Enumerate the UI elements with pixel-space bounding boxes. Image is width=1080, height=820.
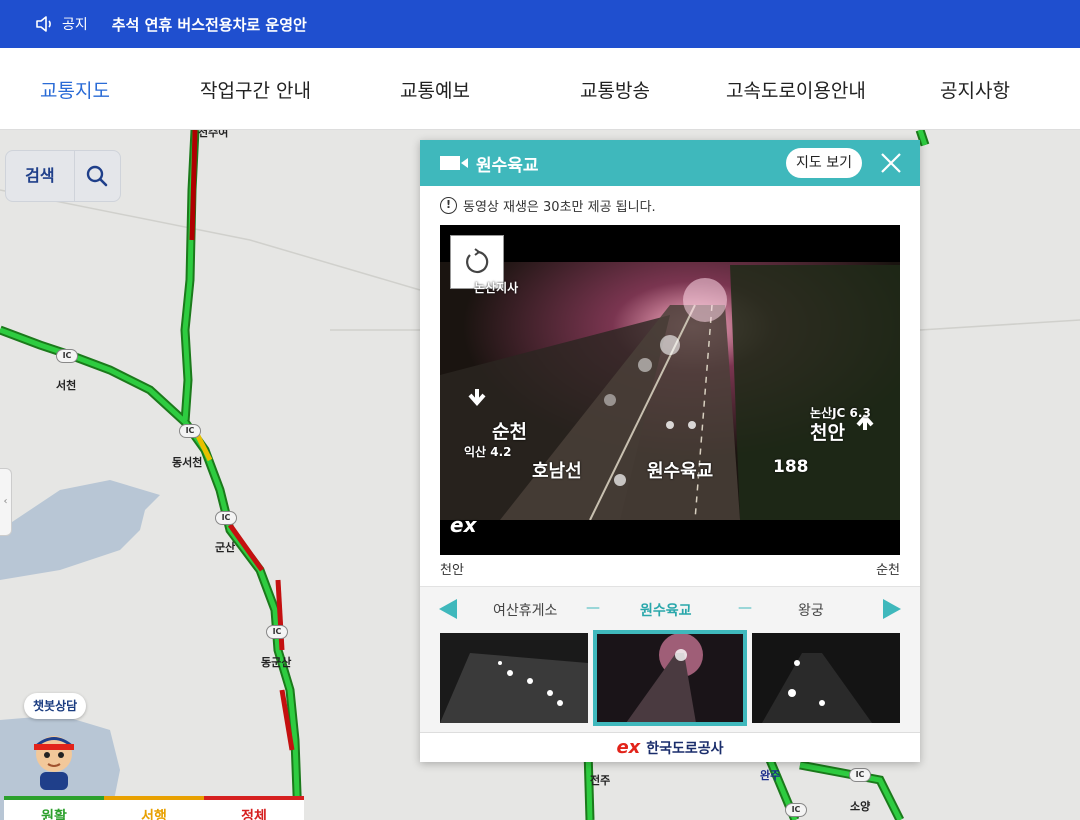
thumbnail-next[interactable] (752, 633, 900, 723)
ex-footer: ex 한국도로공사 (420, 732, 920, 762)
camera-nav: 여산휴게소 — 원수육교 — 왕궁 (420, 595, 920, 623)
overlay-right-direction: 천안 (810, 422, 845, 444)
close-icon[interactable] (880, 152, 902, 174)
chatbot-mascot-icon[interactable] (22, 728, 86, 792)
overlay-left-sub: 익산 4.2 (464, 445, 512, 459)
nav-announcements[interactable]: 공지사항 (940, 76, 1010, 103)
nav-traffic-map[interactable]: 교통지도 (40, 76, 110, 103)
ic-marker[interactable]: IC (179, 424, 201, 438)
overlay-line: 호남선 (532, 461, 582, 482)
map-label-jeonju: 전주 (590, 774, 611, 787)
refresh-icon (466, 248, 489, 274)
video-camera-icon (440, 156, 468, 170)
ic-marker[interactable]: IC (215, 511, 237, 525)
info-icon: ! (440, 196, 457, 214)
thumbnail-image (752, 633, 900, 723)
map-search[interactable]: 검색 (5, 150, 121, 202)
ex-logo: ex (616, 737, 641, 758)
next-camera-arrow-icon[interactable] (883, 599, 901, 619)
cctv-popup: 원수육교 지도 보기 ! 동영상 재생은 30초만 제공 됩니다. 논산지사 순… (420, 140, 920, 762)
map-view-button[interactable]: 지도 보기 (786, 148, 862, 178)
direction-row: 천안 순천 (440, 556, 900, 580)
speaker-icon (36, 16, 51, 32)
thumbnail-prev[interactable] (440, 633, 588, 723)
map-label-soyang: 소양 (850, 800, 871, 813)
direction-left: 천안 (440, 563, 464, 578)
map-label-gunsan: 군산 (215, 541, 236, 554)
playback-notice: ! 동영상 재생은 30초만 제공 됩니다. (420, 186, 920, 224)
separator: — (738, 600, 752, 616)
search-label[interactable]: 검색 (6, 150, 75, 202)
chevron-left-icon: ‹ (3, 496, 8, 507)
ic-marker[interactable]: IC (785, 803, 807, 817)
chatbot-label[interactable]: 챗봇상담 (24, 693, 87, 719)
playback-notice-text: 동영상 재생은 30초만 제공 됩니다. (463, 199, 656, 215)
notice-label: 공지 (62, 17, 88, 33)
nav-highway-guide[interactable]: 고속도로이용안내 (726, 76, 866, 103)
notice-text[interactable]: 추석 연휴 버스전용차로 운영안 (112, 14, 307, 35)
overlay-left-direction: 순천 (492, 421, 527, 443)
map-label-dongseocheon: 동서천 (172, 456, 203, 469)
search-icon (87, 165, 108, 187)
camera-strip: 여산휴게소 — 원수육교 — 왕궁 (420, 586, 920, 732)
notice-bar[interactable]: 공지 추석 연휴 버스전용차로 운영안 (0, 0, 1080, 48)
thumbnail-image (596, 633, 744, 723)
cctv-frame (440, 262, 900, 555)
thumbnail-image (440, 633, 588, 723)
legend-slow: 서행 (104, 796, 204, 820)
ic-marker[interactable]: IC (266, 625, 288, 639)
footer-brand: 한국도로공사 (646, 740, 724, 757)
thumbnail-current[interactable] (593, 630, 747, 726)
sidebar-toggle[interactable]: ‹ (0, 468, 12, 536)
search-button[interactable] (75, 150, 120, 202)
cctv-title: 원수육교 (476, 155, 539, 176)
ic-marker[interactable]: IC (849, 768, 871, 782)
main-nav: 교통지도 작업구간 안내 교통예보 교통방송 고속도로이용안내 공지사항 (0, 48, 1080, 130)
current-camera-name: 원수육교 (640, 603, 692, 619)
next-camera-name[interactable]: 왕궁 (798, 600, 824, 620)
overlay-place: 원수육교 (647, 461, 714, 482)
separator: — (586, 600, 600, 616)
map-label-donggunsan: 동군산 (261, 656, 292, 669)
overlay-station: 논산지사 (474, 281, 519, 295)
legend-jam: 정체 (204, 796, 304, 820)
ic-marker[interactable]: IC (56, 349, 78, 363)
cctv-video[interactable]: 논산지사 순천 익산 4.2 논산JC 6.3 천안 호남선 원수육교 188 … (440, 225, 900, 555)
legend-smooth: 원활 (4, 796, 104, 820)
map-label-wanju: 완주 (760, 769, 781, 782)
map-label-cheonsuyeo: 천수여 (198, 130, 229, 139)
overlay-km: 188 (773, 457, 809, 477)
nav-traffic-forecast[interactable]: 교통예보 (400, 76, 470, 103)
nav-work-zone[interactable]: 작업구간 안내 (200, 76, 311, 103)
ex-logo-overlay: ex (450, 513, 477, 537)
prev-camera-name[interactable]: 여산휴게소 (493, 600, 557, 620)
traffic-legend: 원활 서행 정체 (4, 796, 304, 820)
prev-camera-arrow-icon[interactable] (439, 599, 457, 619)
map-label-seocheon: 서천 (56, 379, 77, 392)
nav-traffic-broadcast[interactable]: 교통방송 (580, 76, 650, 103)
direction-right: 순천 (876, 563, 900, 578)
cctv-header: 원수육교 지도 보기 (420, 140, 920, 186)
